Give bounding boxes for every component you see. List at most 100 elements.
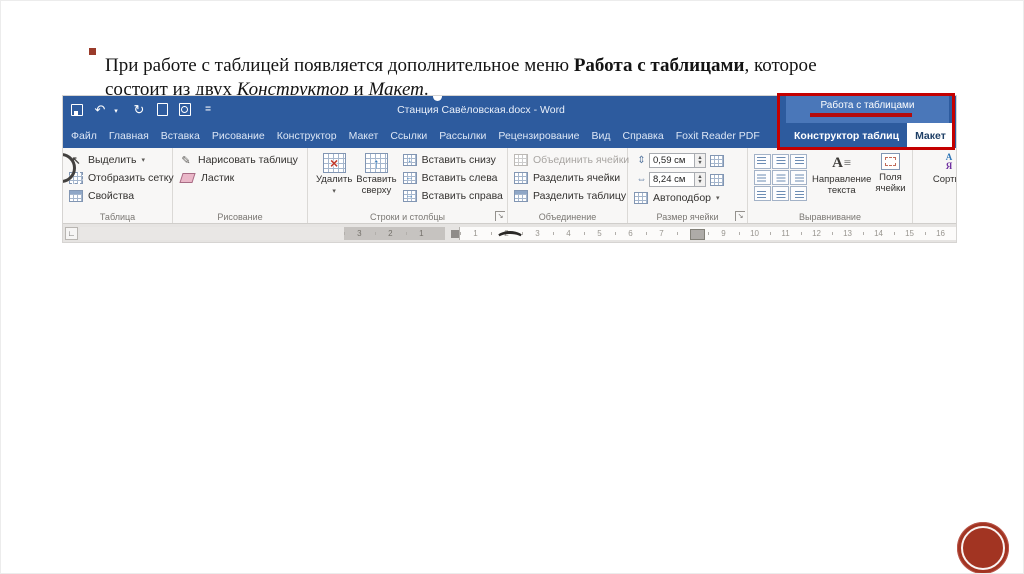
alignment-cell-button[interactable] [754, 154, 771, 169]
insert-below-icon: ↓ [402, 154, 417, 166]
ribbon-tab[interactable]: Foxit Reader PDF [670, 123, 766, 148]
split-cells-button[interactable]: Разделить ячейки [514, 169, 623, 187]
tab-stop-selector[interactable]: ∟ [65, 227, 78, 240]
ribbon-tab[interactable]: Вставка [155, 123, 206, 148]
table-properties-button[interactable]: Свойства [69, 187, 168, 205]
ruler-number: 3 [522, 227, 553, 240]
sort-az-icon: АЯ [946, 153, 953, 173]
alignment-cell-button[interactable] [790, 186, 807, 201]
distribute-columns-icon[interactable] [710, 173, 724, 186]
launcher-arrow-icon: ↘ [497, 213, 504, 220]
delete-button[interactable]: × Удалить ▾ [314, 151, 354, 205]
alignment-cell-button[interactable] [754, 170, 771, 185]
text-direction-button[interactable]: A ≡ Направление текста [810, 151, 873, 201]
alignment-cell-button[interactable] [754, 186, 771, 201]
sort-button[interactable]: АЯ Сортир [919, 151, 956, 186]
redo-button[interactable]: ↻ [133, 101, 145, 119]
insert-above-button[interactable]: ↑ Вставить сверху [354, 151, 398, 205]
arrow-left-icon: ← [405, 173, 414, 182]
select-button[interactable]: ↖ Выделить ▾ [69, 151, 168, 169]
undo-button[interactable]: ↶ [94, 101, 106, 119]
contextual-header-label: Работа с таблицами [820, 100, 915, 111]
new-document-button[interactable] [156, 101, 168, 119]
ruler-number: 10 [739, 227, 770, 240]
save-button[interactable] [71, 101, 83, 119]
ribbon-group-draw: ✎ Нарисовать таблицу Ластик Рисование [173, 148, 308, 223]
ribbon-tab[interactable]: Ссылки [384, 123, 433, 148]
contextual-ribbon-tab[interactable]: Конструктор таблиц [786, 123, 907, 148]
insert-below-label: Вставить снизу [421, 154, 496, 166]
spin-down-icon: ▼ [697, 159, 703, 166]
text-direction-label: Направление [812, 174, 872, 185]
alignment-cell-button[interactable] [772, 154, 789, 169]
launcher-arrow-icon: ↘ [737, 213, 744, 220]
ribbon-tab[interactable]: Рисование [206, 123, 271, 148]
ribbon-group-merge: Объединить ячейки Разделить ячейки Разде… [508, 148, 629, 223]
ribbon-tab[interactable]: Макет [343, 123, 385, 148]
column-width-stepper[interactable]: ▲ ▼ [695, 172, 706, 187]
text-direction-icon: A ≡ [832, 153, 851, 173]
split-table-label: Разделить таблицу [533, 190, 627, 202]
merge-cells-button[interactable]: Объединить ячейки [514, 151, 629, 169]
draw-table-label: Нарисовать таблицу [198, 154, 298, 166]
contextual-tab-header: Работа с таблицами [786, 96, 949, 123]
ribbon-tab[interactable]: Файл [65, 123, 103, 148]
text-lines-icon: ≡ [843, 154, 852, 170]
insert-below-button[interactable]: ↓ Вставить снизу [402, 151, 503, 169]
ruler-number: 1 [460, 227, 491, 240]
cell-margins-icon [880, 153, 900, 170]
group-label: Выравнивание [799, 212, 861, 222]
insert-right-button[interactable]: → Вставить справа [402, 187, 503, 205]
view-gridlines-button[interactable]: Отобразить сетку [69, 169, 174, 187]
eraser-button[interactable]: Ластик [179, 169, 303, 187]
arrow-up-icon: ↑ [372, 155, 380, 171]
select-label: Выделить [88, 154, 137, 166]
contextual-ribbon-tab[interactable]: Макет [907, 123, 954, 148]
ribbon-tab[interactable]: Рассылки [433, 123, 492, 148]
group-label: Размер ячейки [656, 212, 719, 222]
alignment-cell-button[interactable] [790, 170, 807, 185]
customize-qat-button[interactable]: = [202, 101, 214, 119]
ribbon-tab[interactable]: Рецензирование [492, 123, 585, 148]
insert-left-button[interactable]: ← Вставить слева [402, 169, 503, 187]
column-width-icon: ⇔ [636, 174, 647, 185]
insert-above-label: Вставить [356, 174, 397, 185]
distribute-rows-icon[interactable] [710, 154, 724, 167]
undo-dropdown[interactable]: ▾ [110, 102, 122, 123]
pen-annotation-arc [496, 231, 524, 242]
print-preview-button[interactable] [179, 101, 191, 119]
ruler-number: 5 [584, 227, 615, 240]
insert-left-icon: ← [402, 172, 417, 184]
ruler-number: 15 [894, 227, 925, 240]
merge-cells-icon [514, 154, 528, 166]
delete-label: Удалить [316, 174, 353, 185]
draw-table-button[interactable]: ✎ Нарисовать таблицу [179, 151, 303, 169]
ribbon-tab[interactable]: Вид [586, 123, 617, 148]
alignment-cell-button[interactable] [772, 170, 789, 185]
split-cells-label: Разделить ячейки [533, 172, 621, 184]
split-table-button[interactable]: Разделить таблицу [514, 187, 627, 205]
chevron-down-icon: ▾ [716, 195, 720, 202]
alignment-cell-button[interactable] [790, 154, 807, 169]
ruler-margin-number: 3 [343, 227, 375, 240]
ribbon-tab[interactable]: Главная [103, 123, 155, 148]
row-height-stepper[interactable]: ▲ ▼ [695, 153, 706, 168]
row-height-icon: ⇕ [637, 155, 646, 166]
quick-access-toolbar: ↶ ▾ ↻ = [71, 96, 214, 123]
text-part: При работе с таблицей появляется дополни… [105, 55, 574, 76]
autofit-button[interactable]: Автоподбор ▾ [634, 189, 743, 207]
row-height-input[interactable] [649, 153, 695, 168]
word-window-screenshot: Станция Савёловская.docx - Word ↶ ▾ ↻ = … [63, 96, 956, 242]
arrow-down-icon: ↓ [407, 155, 412, 164]
dialog-launcher-button[interactable]: ↘ [735, 211, 745, 221]
ribbon-tab[interactable]: Конструктор [271, 123, 343, 148]
alignment-cell-button[interactable] [772, 186, 789, 201]
indent-marker[interactable] [451, 229, 460, 238]
dialog-launcher-button[interactable]: ↘ [495, 211, 505, 221]
cell-margins-button[interactable]: Поля ячейки [873, 151, 907, 201]
group-label: Объединение [538, 212, 597, 222]
table-column-marker[interactable] [690, 229, 705, 240]
slide-body-text: При работе с таблицей появляется дополни… [105, 54, 941, 102]
column-width-input[interactable] [649, 172, 695, 187]
ribbon-tab[interactable]: Справка [617, 123, 670, 148]
